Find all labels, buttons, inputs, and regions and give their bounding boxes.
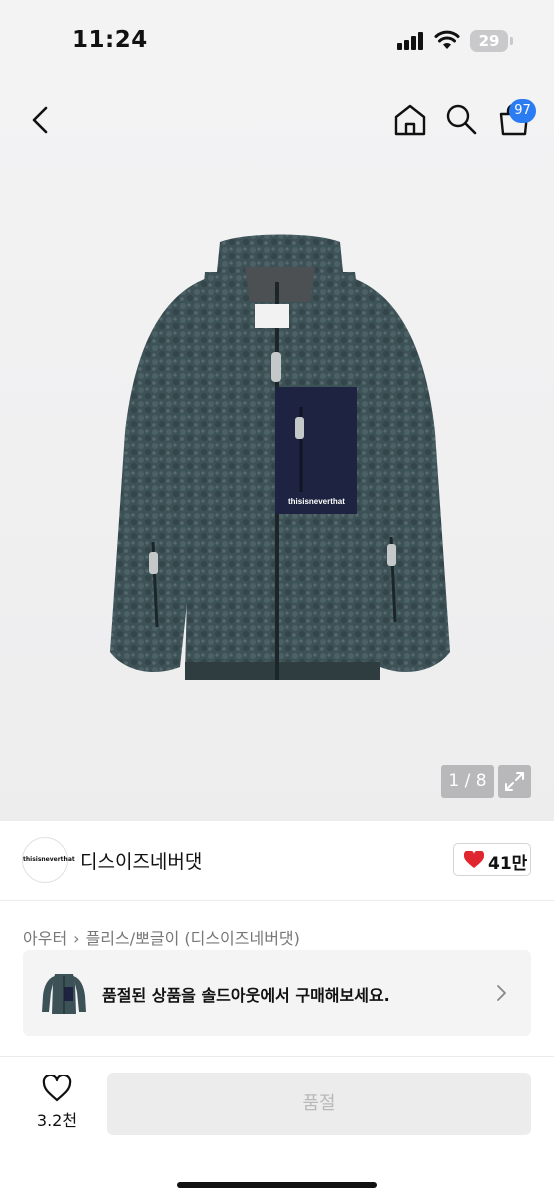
brand-like-count: 41만 — [488, 854, 528, 874]
breadcrumb-item-outer[interactable]: 아우터 — [23, 925, 67, 949]
brand-logo[interactable]: thisisneverthat — [22, 837, 75, 883]
breadcrumb: 아우터 › 플리스/뽀글이 (디스이즈네버댓) — [23, 925, 300, 949]
home-icon[interactable] — [392, 102, 428, 138]
page-indicator: 1 / 8 — [441, 765, 494, 798]
brand-name[interactable]: 디스이즈네버댓 — [80, 847, 202, 874]
soldout-button[interactable]: 품절 — [107, 1073, 531, 1135]
soldout-banner[interactable]: 품절된 상품을 솔드아웃에서 구매해보세요. — [23, 950, 531, 1036]
back-icon[interactable] — [24, 100, 58, 140]
wishlist-button[interactable]: 3.2천 — [30, 1073, 84, 1133]
signal-icon — [397, 32, 427, 50]
battery-indicator: 29 — [470, 30, 508, 52]
banner-thumbnail — [42, 974, 86, 1014]
wishlist-count: 3.2천 — [36, 1111, 78, 1130]
wifi-icon — [434, 30, 460, 49]
heart-outline-icon — [42, 1075, 72, 1102]
breadcrumb-item-fleece[interactable]: 플리스/뽀글이 (디스이즈네버댓) — [86, 925, 300, 949]
chevron-right-icon — [497, 985, 506, 1001]
battery-tip — [510, 37, 513, 45]
section-divider — [0, 900, 554, 901]
home-indicator — [177, 1182, 377, 1188]
brand-like-button[interactable]: 41만 — [453, 843, 531, 876]
banner-text: 품절된 상품을 솔드아웃에서 구매해보세요. — [102, 986, 390, 1005]
chevron-right-icon: › — [73, 929, 80, 948]
product-image[interactable]: thisisneverthat — [95, 232, 465, 702]
status-bar: 11:24 29 — [0, 0, 554, 84]
jacket-brand-print: thisisneverthat — [288, 497, 345, 506]
expand-icon[interactable] — [498, 765, 531, 798]
status-time: 11:24 — [72, 27, 148, 53]
search-icon[interactable] — [444, 102, 478, 136]
cart-badge: 97 — [509, 99, 536, 123]
heart-filled-icon — [464, 851, 484, 868]
